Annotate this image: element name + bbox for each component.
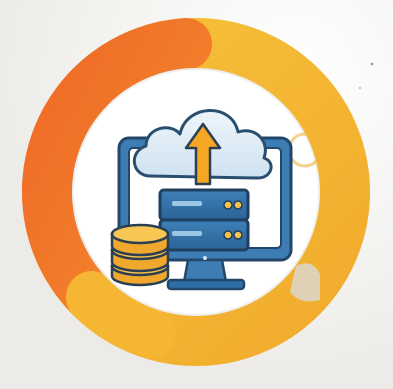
illustration-canvas <box>0 0 393 389</box>
background-speck <box>359 87 361 89</box>
database-coins-icon <box>110 223 170 287</box>
background-speck <box>370 62 374 66</box>
server-rack-icon <box>158 188 250 252</box>
